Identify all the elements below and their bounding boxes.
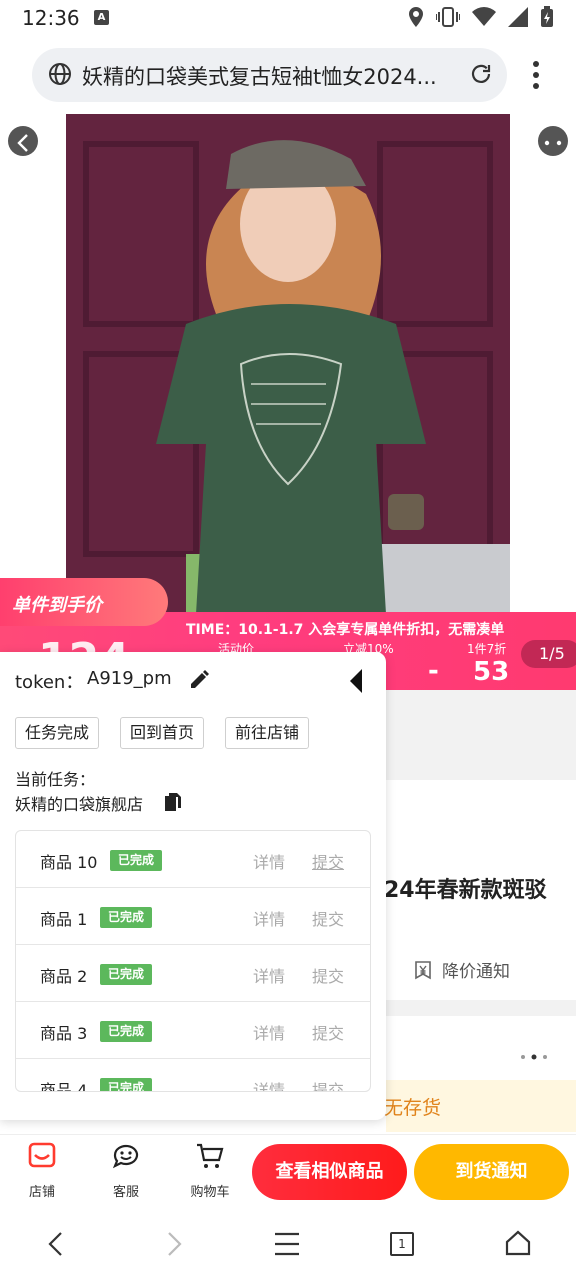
- token-label: token：: [15, 672, 84, 693]
- tab-customer-service-label: 客服: [112, 1185, 139, 1200]
- more-dots-icon: [544, 140, 562, 146]
- detail-link[interactable]: 详情: [253, 906, 285, 930]
- signal-icon: [508, 7, 528, 27]
- promo-deal-label: 1件7折: [467, 642, 507, 656]
- task-item-row: 商品 10 已完成 详情 提交: [16, 831, 370, 888]
- back-button[interactable]: [8, 126, 38, 156]
- wifi-icon: [472, 7, 496, 27]
- nav-home-icon[interactable]: [505, 1230, 531, 1256]
- background-section: [386, 690, 576, 780]
- task-complete-button[interactable]: 任务完成: [15, 717, 100, 749]
- submit-link[interactable]: 提交: [312, 849, 344, 873]
- current-task-shop: 妖精的口袋旗舰店: [15, 795, 144, 814]
- price-drop-notify-label: 降价通知: [442, 962, 510, 982]
- product-photo: [66, 114, 510, 614]
- status-icons: [408, 6, 554, 28]
- submit-link[interactable]: 提交: [312, 1020, 344, 1044]
- promo-badge-label: 单件到手价: [12, 595, 102, 616]
- product-image[interactable]: [66, 114, 510, 614]
- task-item-row: 商品 4 已完成 详情 提交: [16, 1059, 370, 1092]
- task-item-row: 商品 3 已完成 详情 提交: [16, 1002, 370, 1059]
- arrival-notify-button[interactable]: 到货通知: [414, 1144, 569, 1200]
- view-similar-button[interactable]: 查看相似商品: [252, 1144, 407, 1200]
- status-bar: 12:36 A: [0, 0, 576, 36]
- url-bar[interactable]: 妖精的口袋美式复古短袖t恤女2024...: [32, 48, 507, 102]
- collapse-panel-icon[interactable]: [348, 667, 364, 695]
- task-item-name: 商品 3: [40, 1024, 88, 1043]
- carousel-dots-icon: [521, 1054, 547, 1060]
- yen-tag-icon: [415, 960, 431, 979]
- task-item-row: 商品 2 已完成 详情 提交: [16, 945, 370, 1002]
- nav-tabs-button[interactable]: 1: [390, 1232, 414, 1256]
- tab-store[interactable]: 店铺: [12, 1141, 72, 1200]
- token-value: A919_pm: [87, 668, 172, 689]
- task-item-name: 商品 10: [40, 853, 98, 872]
- url-text[interactable]: 妖精的口袋美式复古短袖t恤女2024...: [82, 61, 462, 91]
- product-title-fragment: 24年春新款斑驳: [384, 878, 547, 903]
- status-badge: 已完成: [100, 1078, 153, 1091]
- edit-pencil-icon[interactable]: [188, 669, 210, 691]
- task-item-row: 商品 1 已完成 详情 提交: [16, 888, 370, 945]
- current-task-label: 当前任务：: [15, 770, 96, 789]
- status-badge: 已完成: [100, 1021, 153, 1042]
- more-button[interactable]: [538, 126, 568, 156]
- task-item-list: 商品 10 已完成 详情 提交 商品 1 已完成 详情 提交 商品 2 已完成 …: [15, 830, 371, 1092]
- promo-time-text: TIME：10.1-1.7 入会享专属单件折扣，无需凑单: [186, 622, 505, 638]
- tab-cart[interactable]: 购物车: [180, 1141, 240, 1200]
- status-badge: 已完成: [100, 964, 153, 985]
- tab-cart-label: 购物车: [190, 1185, 230, 1200]
- chat-smile-icon: [112, 1144, 139, 1169]
- back-home-button[interactable]: 回到首页: [120, 717, 205, 749]
- submit-link[interactable]: 提交: [312, 1077, 344, 1091]
- price-drop-notify[interactable]: 降价通知: [412, 957, 510, 982]
- detail-link[interactable]: 详情: [253, 1020, 285, 1044]
- status-badge: 已完成: [100, 907, 153, 928]
- copy-icon[interactable]: [164, 792, 182, 812]
- cart-icon: [197, 1143, 224, 1168]
- more-menu-icon[interactable]: [526, 58, 546, 92]
- bottom-action-bar: 店铺 客服 购物车 查看相似商品 到货通知: [0, 1134, 576, 1208]
- image-counter: 1/5: [521, 640, 576, 668]
- detail-link[interactable]: 详情: [253, 963, 285, 987]
- nav-forward-icon[interactable]: [162, 1230, 186, 1258]
- nav-back-icon[interactable]: [44, 1230, 68, 1258]
- go-to-store-button[interactable]: 前往店铺: [225, 717, 310, 749]
- submit-link[interactable]: 提交: [312, 906, 344, 930]
- status-time: 12:36: [22, 6, 80, 30]
- detail-link[interactable]: 详情: [253, 849, 285, 873]
- reload-icon[interactable]: [469, 62, 493, 86]
- nav-menu-icon[interactable]: [274, 1232, 300, 1256]
- section-divider: [386, 1000, 576, 1016]
- vibrate-icon: [436, 7, 460, 27]
- submit-link[interactable]: 提交: [312, 963, 344, 987]
- store-icon: [28, 1142, 56, 1168]
- back-arrow-icon: [17, 134, 28, 152]
- task-item-name: 商品 4: [40, 1081, 88, 1092]
- task-item-name: 商品 2: [40, 967, 88, 986]
- stock-status-text: 无存货: [384, 1097, 442, 1119]
- promo-discount-value: 53: [473, 657, 510, 687]
- promo-minus-sign: -: [428, 656, 439, 686]
- task-panel: token： A919_pm 任务完成 回到首页 前往店铺 当前任务： 妖精的口…: [0, 652, 386, 1120]
- tab-customer-service[interactable]: 客服: [96, 1141, 156, 1200]
- battery-charging-icon: [541, 6, 553, 27]
- globe-icon: [49, 63, 71, 85]
- task-item-name: 商品 1: [40, 910, 88, 929]
- accessibility-notification-icon: A: [94, 10, 109, 25]
- system-nav-bar: 1: [0, 1208, 576, 1280]
- location-icon: [409, 7, 423, 27]
- tab-store-label: 店铺: [28, 1185, 55, 1200]
- status-badge: 已完成: [110, 850, 163, 871]
- detail-link[interactable]: 详情: [253, 1077, 285, 1091]
